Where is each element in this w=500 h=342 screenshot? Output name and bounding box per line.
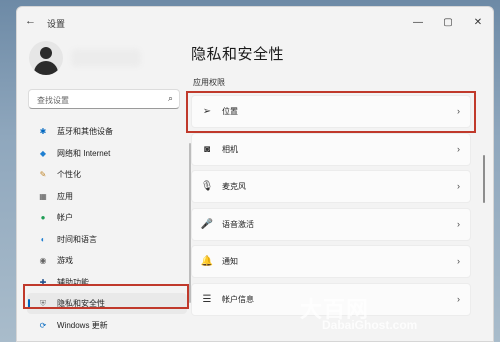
row-voice-activation[interactable]: 🎤 语音激活 › xyxy=(191,207,471,241)
avatar-head xyxy=(40,47,52,59)
location-highlight-box xyxy=(186,91,476,133)
personalization-icon: ✎ xyxy=(39,170,47,179)
back-button[interactable]: ← xyxy=(25,15,36,27)
chevron-right-icon: › xyxy=(457,293,460,304)
sidebar-item-label: 帐户 xyxy=(57,213,73,222)
sidebar-item-accounts[interactable]: ● 帐户 xyxy=(27,207,187,228)
sidebar-item-gaming[interactable]: ◉ 游戏 xyxy=(27,250,187,271)
notifications-icon: 🔔 xyxy=(200,256,214,267)
sidebar-item-label: Windows 更新 xyxy=(57,320,108,330)
sidebar-item-label: 时间和语言 xyxy=(57,234,97,244)
chevron-right-icon: › xyxy=(457,181,460,191)
microphone-icon: 🎙 xyxy=(200,181,214,192)
privacy-highlight-box xyxy=(23,284,189,309)
camera-icon: ◙ xyxy=(203,143,211,155)
app-title: 设置 xyxy=(47,19,66,29)
window-controls: — ▢ ✕ xyxy=(403,7,493,37)
search-icon[interactable]: ⌕ xyxy=(168,93,173,104)
apps-icon: ▦ xyxy=(39,191,47,201)
row-label: 相机 xyxy=(222,144,238,154)
title-bar: ← 设置 — ▢ ✕ xyxy=(17,7,493,37)
windows-update-icon: ⟳ xyxy=(39,320,47,330)
row-notifications[interactable]: 🔔 通知 › xyxy=(191,245,471,278)
page-title: 隐私和安全性 xyxy=(191,46,285,63)
sidebar-item-apps[interactable]: ▦ 应用 xyxy=(27,186,187,207)
sidebar-item-time-language[interactable]: ◐ 时间和语言 xyxy=(27,229,187,250)
minimize-button[interactable]: — xyxy=(403,7,433,37)
content-scrollbar[interactable] xyxy=(483,155,485,203)
row-label: 通知 xyxy=(222,257,238,266)
account-name-blurred xyxy=(71,49,141,67)
avatar[interactable] xyxy=(29,41,63,75)
settings-window: ← 设置 — ▢ ✕ 查找设置 ⌕ ✱ 蓝牙和其他设备 ◆ 网络和 Intern… xyxy=(16,6,494,342)
sidebar-item-label: 个性化 xyxy=(57,170,81,179)
time-language-icon: ◐ xyxy=(40,234,46,244)
voice-activation-icon: 🎤 xyxy=(200,218,214,230)
row-label: 麦克风 xyxy=(222,182,246,191)
accounts-icon: ● xyxy=(40,213,46,222)
watermark-url: DabaiGhost.com xyxy=(322,318,418,332)
account-info-icon: ☰ xyxy=(202,293,212,305)
sidebar-item-network[interactable]: ◆ 网络和 Internet xyxy=(27,143,187,164)
row-label: 帐户信息 xyxy=(222,294,254,304)
section-heading: 应用权限 xyxy=(193,78,225,87)
chevron-right-icon: › xyxy=(457,143,460,154)
sidebar-item-personalization[interactable]: ✎ 个性化 xyxy=(27,164,187,185)
row-microphone[interactable]: 🎙 麦克风 › xyxy=(191,170,471,203)
sidebar-item-label: 游戏 xyxy=(57,256,73,265)
chevron-right-icon: › xyxy=(457,218,460,229)
row-camera[interactable]: ◙ 相机 › xyxy=(191,132,471,166)
sidebar-item-label: 网络和 Internet xyxy=(57,148,111,158)
sidebar-item-windows-update[interactable]: ⟳ Windows 更新 xyxy=(27,315,187,336)
network-icon: ◆ xyxy=(39,148,47,158)
sidebar-item-label: 蓝牙和其他设备 xyxy=(57,127,113,136)
maximize-button[interactable]: ▢ xyxy=(433,7,463,37)
search-placeholder: 查找设置 xyxy=(37,96,69,105)
close-button[interactable]: ✕ xyxy=(463,7,493,37)
row-label: 语音激活 xyxy=(222,219,254,229)
chevron-right-icon: › xyxy=(457,256,460,266)
bluetooth-icon: ✱ xyxy=(39,127,47,136)
sidebar-item-label: 应用 xyxy=(57,191,73,201)
gaming-icon: ◉ xyxy=(39,256,47,265)
sidebar-item-bluetooth[interactable]: ✱ 蓝牙和其他设备 xyxy=(27,121,187,142)
search-box[interactable]: 查找设置 ⌕ xyxy=(28,89,180,109)
avatar-body xyxy=(34,61,58,75)
